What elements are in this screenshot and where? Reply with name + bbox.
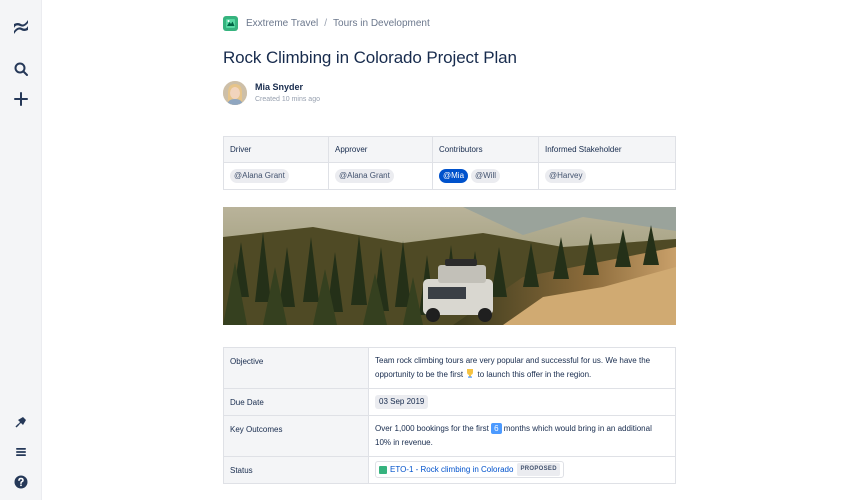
jira-issue-link[interactable]: ETO-1 - Rock climbing in Colorado PROPOS… bbox=[375, 461, 564, 479]
breadcrumb-space-link[interactable]: Exxtreme Travel bbox=[246, 18, 318, 29]
due-date-value: 03 Sep 2019 bbox=[368, 388, 676, 416]
number-badge: 6 bbox=[491, 423, 502, 434]
cell-stakeholder: @Harvey bbox=[538, 162, 676, 190]
key-outcomes-value: Over 1,000 bookings for the first 6 mont… bbox=[368, 415, 676, 457]
breadcrumb-separator: / bbox=[324, 17, 328, 29]
header-approver: Approver bbox=[328, 136, 433, 163]
header-informed-stakeholder: Informed Stakeholder bbox=[538, 136, 676, 163]
cell-approver: @Alana Grant bbox=[328, 162, 433, 190]
author-info: Mia Snyder Created 10 mins ago bbox=[255, 81, 320, 105]
help-icon[interactable] bbox=[0, 468, 42, 496]
author-name[interactable]: Mia Snyder bbox=[255, 81, 320, 93]
mention-approver[interactable]: @Alana Grant bbox=[335, 169, 394, 183]
status-label: Status bbox=[223, 456, 369, 484]
jira-story-icon bbox=[379, 465, 387, 474]
table-row: Objective Team rock climbing tours are v… bbox=[223, 347, 676, 389]
table-row: Key Outcomes Over 1,000 bookings for the… bbox=[223, 415, 676, 457]
jira-issue-summary: ETO-1 - Rock climbing in Colorado bbox=[390, 465, 514, 475]
header-contributors: Contributors bbox=[432, 136, 539, 163]
date-lozenge[interactable]: 03 Sep 2019 bbox=[375, 395, 429, 409]
trophy-icon bbox=[465, 369, 477, 379]
header-image bbox=[223, 207, 676, 325]
due-date-label: Due Date bbox=[223, 388, 369, 416]
menu-icon[interactable] bbox=[0, 438, 42, 466]
mention-contributor-self[interactable]: @Mia bbox=[439, 169, 469, 183]
cell-driver: @Alana Grant bbox=[223, 162, 329, 190]
objective-text-continued: to launch this offer in the region. bbox=[477, 370, 592, 379]
breadcrumb-page-link[interactable]: Tours in Development bbox=[333, 18, 430, 29]
page-byline: Mia Snyder Created 10 mins ago bbox=[223, 81, 320, 105]
breadcrumb: Exxtreme Travel / Tours in Development bbox=[223, 14, 430, 32]
notifications-icon[interactable] bbox=[0, 408, 42, 436]
global-sidebar bbox=[0, 0, 42, 500]
mention-driver[interactable]: @Alana Grant bbox=[230, 169, 289, 183]
page-title: Rock Climbing in Colorado Project Plan bbox=[223, 48, 517, 67]
table-row: Status ETO-1 - Rock climbing in Colorado… bbox=[223, 456, 676, 484]
objective-label: Objective bbox=[223, 347, 369, 389]
cell-contributors: @Mia @Will bbox=[432, 162, 539, 190]
table-row: @Alana Grant @Alana Grant @Mia @Will @Har… bbox=[223, 162, 676, 190]
stakeholder-table: Driver Approver Contributors Informed St… bbox=[223, 136, 676, 190]
table-header-row: Driver Approver Contributors Informed St… bbox=[223, 136, 676, 163]
status-value: ETO-1 - Rock climbing in Colorado PROPOS… bbox=[368, 456, 676, 484]
mention-stakeholder[interactable]: @Harvey bbox=[545, 169, 587, 183]
confluence-logo-icon[interactable] bbox=[0, 13, 42, 41]
header-driver: Driver bbox=[223, 136, 329, 163]
author-avatar[interactable] bbox=[223, 81, 247, 105]
created-timestamp: Created 10 mins ago bbox=[255, 96, 320, 103]
space-logo-icon[interactable] bbox=[223, 15, 238, 31]
create-icon[interactable] bbox=[0, 85, 42, 113]
outcomes-text: Over 1,000 bookings for the first bbox=[375, 424, 489, 433]
objective-value: Team rock climbing tours are very popula… bbox=[368, 347, 676, 389]
key-outcomes-label: Key Outcomes bbox=[223, 415, 369, 457]
table-row: Due Date 03 Sep 2019 bbox=[223, 388, 676, 416]
status-badge: PROPOSED bbox=[517, 463, 560, 477]
search-icon[interactable] bbox=[0, 55, 42, 83]
project-details-table: Objective Team rock climbing tours are v… bbox=[223, 347, 676, 484]
mention-contributor[interactable]: @Will bbox=[471, 169, 501, 183]
